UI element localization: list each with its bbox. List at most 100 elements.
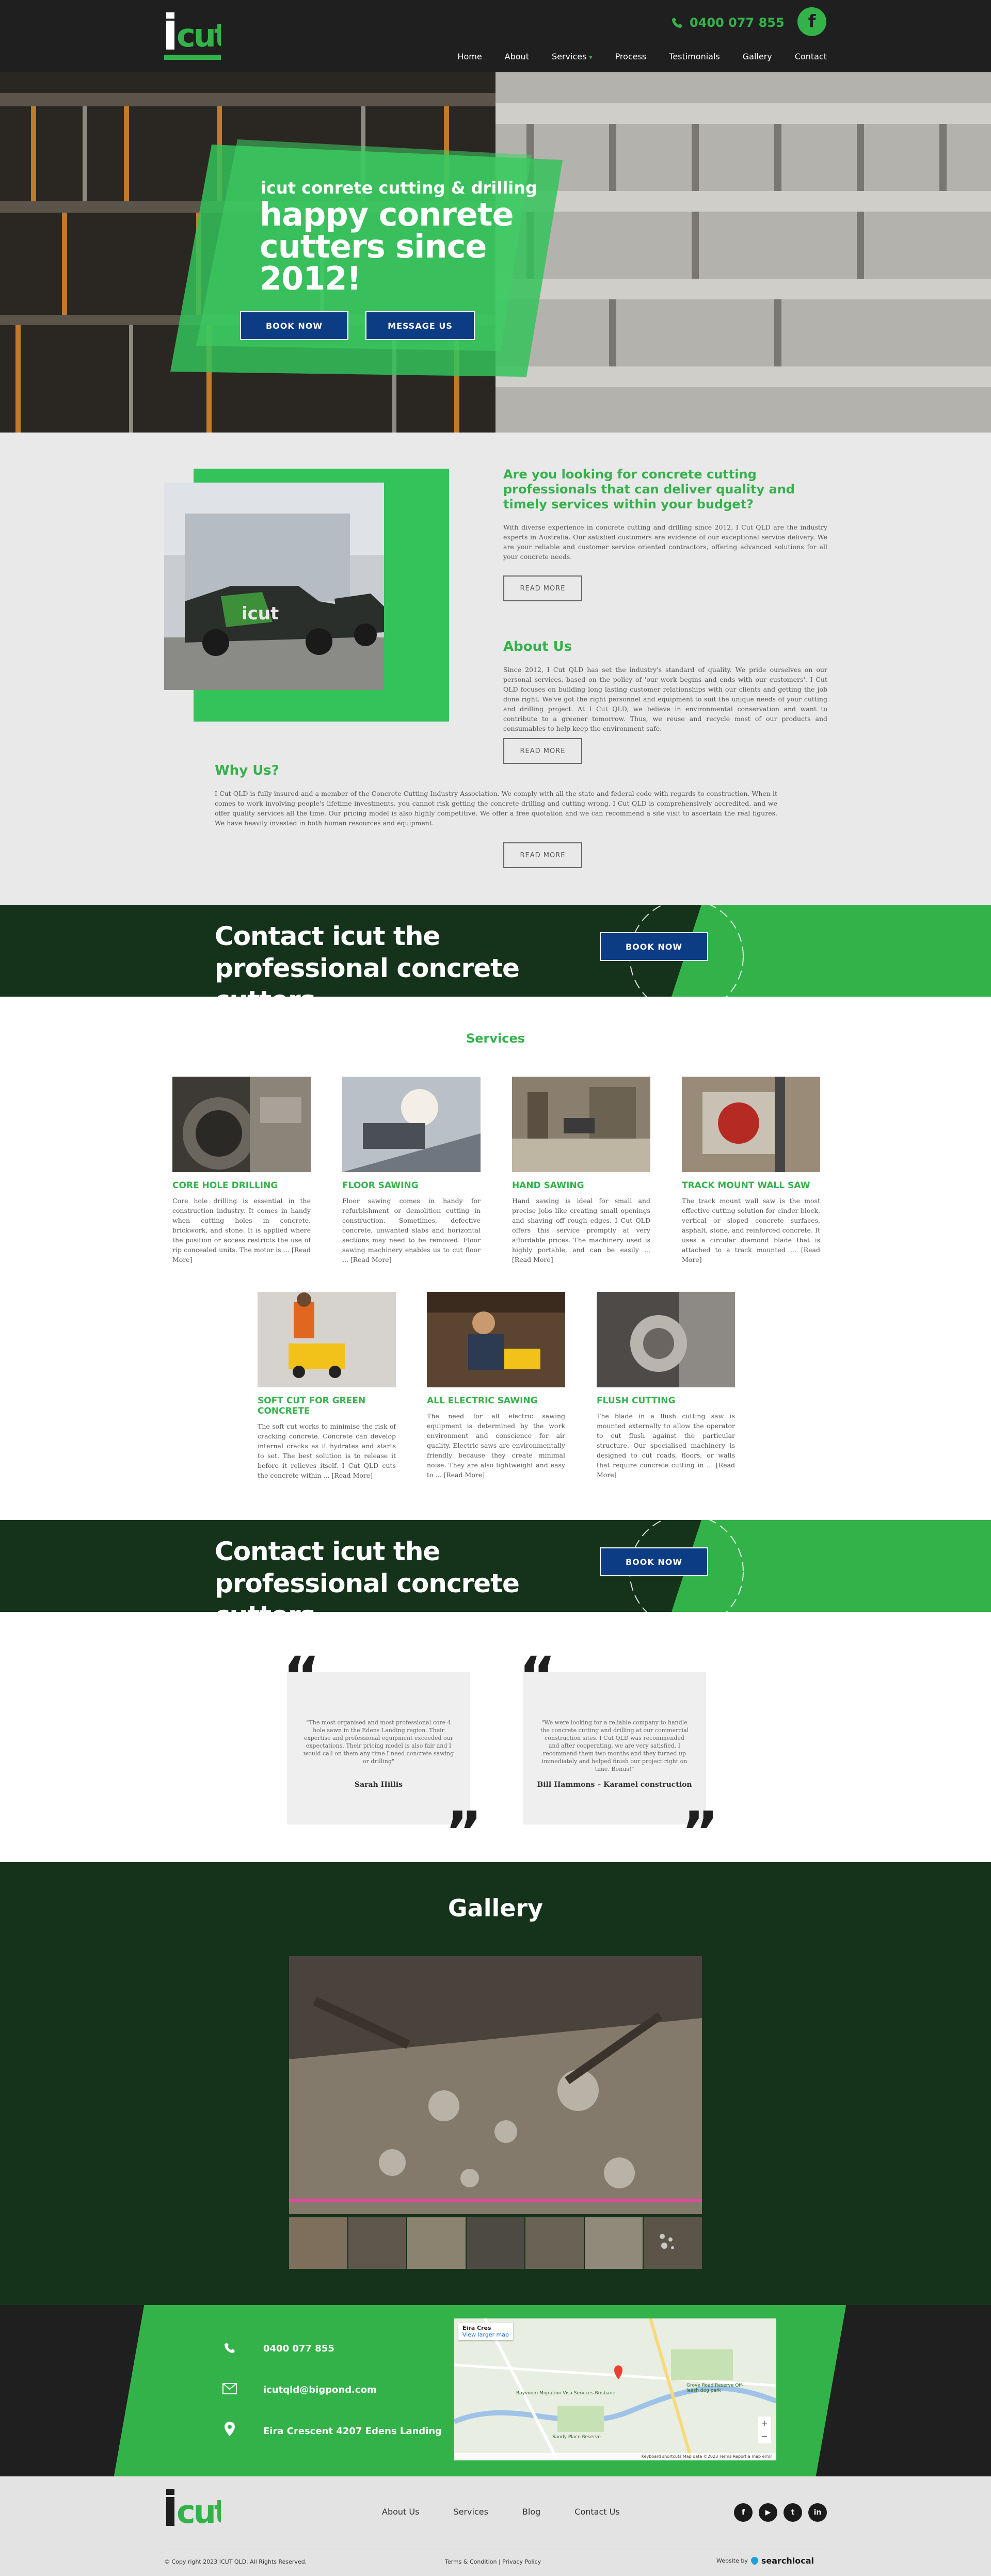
contact-phone[interactable]: 0400 077 855 [263, 2343, 334, 2354]
close-quote-icon: ” [681, 1799, 719, 1865]
searchlocal-logo-text: searchlocal [761, 2556, 814, 2566]
gallery-thumbnail[interactable] [584, 2217, 643, 2269]
facebook-icon[interactable]: f [797, 7, 826, 36]
testimonial-quote: "The most organised and most professiona… [303, 1719, 454, 1765]
service-text: The soft cut works to minimise the risk … [258, 1422, 396, 1479]
gallery-thumbnail[interactable] [525, 2217, 584, 2269]
testimonial-card: "The most organised and most professiona… [287, 1672, 470, 1825]
nav-gallery[interactable]: Gallery [743, 52, 772, 61]
phone-icon [672, 18, 682, 28]
nav-testimonials[interactable]: Testimonials [669, 52, 720, 61]
nav-services[interactable]: Services ▾ [552, 52, 593, 61]
service-title: FLOOR SAWING [342, 1180, 419, 1191]
about-title: About Us [503, 639, 572, 654]
logo-mark: cut [164, 10, 221, 52]
map-footer: Keyboard shortcuts Map data ©2023 Terms … [454, 2453, 776, 2460]
read-more-button[interactable]: READ MORE [503, 575, 582, 601]
service-text: The need for all electric sawing equipme… [427, 1412, 565, 1479]
site-header [0, 0, 991, 72]
services-title: Services [466, 1031, 525, 1046]
terms-privacy-links[interactable]: Terms & Condition | Privacy Policy [445, 2558, 541, 2565]
location-pin-icon [225, 2422, 235, 2436]
header-phone-number[interactable]: 0400 077 855 [690, 15, 785, 30]
gallery-main-image[interactable] [289, 1956, 702, 2214]
contact-email[interactable]: icutqld@bigpond.com [263, 2385, 377, 2395]
service-card[interactable]: SOFT CUT FOR GREEN CONCRETE The soft cut… [258, 1292, 396, 1480]
work-vehicles-image: icut [164, 483, 384, 690]
website-by[interactable]: Website by searchlocal [716, 2556, 814, 2566]
hero-subtitle: icut conrete cutting & drilling [261, 178, 537, 198]
website-by-label: Website by [716, 2557, 748, 2564]
testimonial-card: "We were looking for a reliable company … [523, 1672, 706, 1825]
gallery-thumbnail[interactable] [289, 2217, 347, 2269]
intro-question: Are you looking for concrete cutting pro… [503, 467, 795, 511]
gallery-thumbnail[interactable] [407, 2217, 466, 2269]
svg-text:cut: cut [177, 2493, 221, 2528]
nav-home[interactable]: Home [457, 52, 482, 61]
service-title: TRACK MOUNT WALL SAW [682, 1180, 810, 1191]
message-us-button[interactable]: MESSAGE US [365, 311, 475, 340]
read-more-button[interactable]: READ MORE [503, 842, 582, 868]
cta-banner: Contact icut the professional concrete c… [0, 1520, 991, 1612]
footer-nav-blog[interactable]: Blog [522, 2507, 540, 2517]
about-text: Since 2012, I Cut QLD has set the indust… [503, 666, 827, 732]
intro-question-text: With diverse experience in concrete cutt… [503, 523, 827, 561]
location-map[interactable]: Eira Cres View larger map Bayvoom Migrat… [454, 2318, 776, 2460]
view-larger-map-link[interactable]: View larger map [462, 2331, 509, 2338]
site-logo[interactable]: cut [164, 10, 221, 62]
service-card[interactable]: FLOOR SAWING Floor sawing comes in handy… [342, 1077, 481, 1265]
book-now-button[interactable]: BOOK NOW [240, 311, 348, 340]
service-card[interactable]: FLUSH CUTTING The blade in a flush cutti… [597, 1292, 735, 1480]
email-icon [222, 2383, 237, 2394]
close-quote-icon: ” [445, 1799, 483, 1865]
nav-contact[interactable]: Contact [795, 52, 827, 61]
svg-text:cut: cut [177, 17, 221, 52]
core-hole-drilling-image [172, 1077, 311, 1172]
intro-section [0, 433, 991, 905]
nav-process[interactable]: Process [615, 52, 647, 61]
twitter-icon[interactable]: t [784, 2503, 802, 2522]
youtube-icon[interactable]: ▶ [759, 2503, 777, 2522]
service-title: FLUSH CUTTING [597, 1396, 676, 1406]
service-card[interactable]: CORE HOLE DRILLING Core hole drilling is… [172, 1077, 311, 1265]
service-title: SOFT CUT FOR GREEN CONCRETE [258, 1396, 366, 1416]
cta-book-now-button[interactable]: BOOK NOW [600, 1547, 708, 1576]
header-phone[interactable]: 0400 077 855 [671, 15, 785, 30]
facebook-icon[interactable]: f [734, 2503, 753, 2522]
service-card[interactable]: TRACK MOUNT WALL SAW The track mount wal… [682, 1077, 820, 1265]
cta-book-now-button[interactable]: BOOK NOW [600, 932, 708, 961]
service-card[interactable]: ALL ELECTRIC SAWING The need for all ele… [427, 1292, 565, 1480]
logo-tagline-bar [164, 55, 221, 60]
testimonial-quote: "We were looking for a reliable company … [540, 1719, 689, 1772]
social-links: f ▶ t in [734, 2503, 827, 2522]
hand-sawing-image [512, 1077, 650, 1172]
footer-nav-about[interactable]: About Us [382, 2507, 419, 2517]
footer-logo[interactable]: cut [164, 2487, 221, 2528]
footer-nav-contact[interactable]: Contact Us [574, 2507, 619, 2517]
map-zoom-controls[interactable]: + − [758, 2417, 771, 2443]
testimonial-author: Bill Hammons – Karamel construction [537, 1781, 692, 1789]
gallery-thumbnail[interactable] [466, 2217, 525, 2269]
gallery-thumbnail[interactable] [348, 2217, 407, 2269]
phone-icon [225, 2343, 235, 2353]
gallery-thumbnails [289, 2217, 702, 2269]
service-text: The blade in a flush cutting saw is moun… [597, 1412, 735, 1479]
chevron-down-icon: ▾ [589, 54, 593, 61]
copyright-text: © Copy right 2023 ICUT QLD. All Rights R… [164, 2558, 307, 2565]
main-nav: Home About Services ▾ Process Testimonia… [457, 52, 827, 61]
footer-nav: About Us Services Blog Contact Us [382, 2507, 620, 2517]
service-card[interactable]: HAND SAWING Hand sawing is ideal for sma… [512, 1077, 650, 1265]
nav-about[interactable]: About [505, 52, 529, 61]
cta-title: Contact icut the professional concrete c… [215, 1537, 520, 1612]
read-more-button[interactable]: READ MORE [503, 738, 582, 764]
contact-address: Eira Crescent 4207 Edens Landing [263, 2426, 442, 2437]
linkedin-icon[interactable]: in [808, 2503, 827, 2522]
floor-sawing-image [342, 1077, 481, 1172]
service-text: Floor sawing comes in handy for refurbis… [342, 1197, 481, 1263]
footer-nav-services[interactable]: Services [453, 2507, 488, 2517]
nav-services-label: Services [551, 52, 587, 61]
svg-text:icut: icut [242, 603, 279, 624]
service-text: Hand sawing is ideal for small and preci… [512, 1197, 650, 1263]
service-text: The track mount wall saw is the most eff… [682, 1197, 820, 1263]
all-electric-sawing-image [427, 1292, 565, 1387]
